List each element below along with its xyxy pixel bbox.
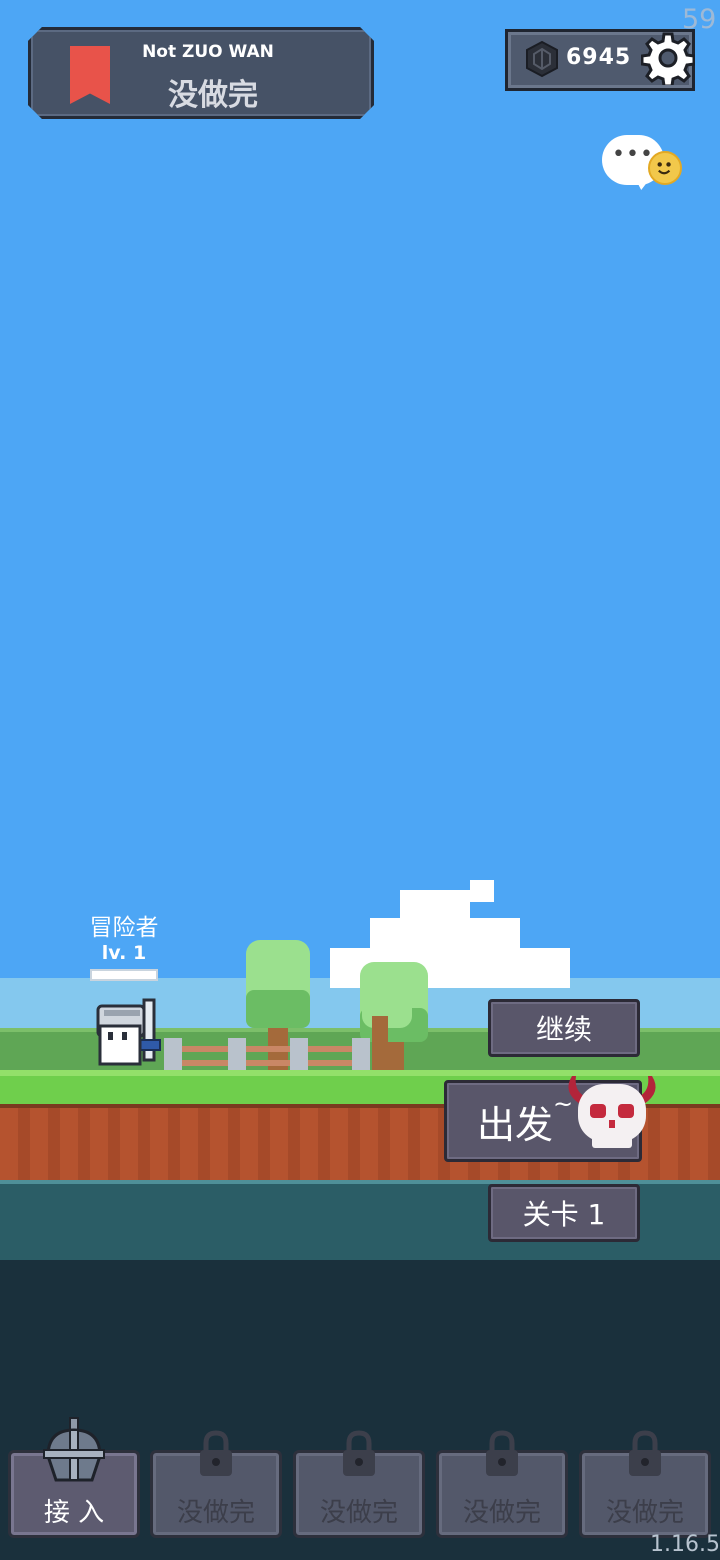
knight-sprite[interactable]	[92, 996, 168, 1072]
stage-button[interactable]: 关卡 1	[488, 1184, 640, 1242]
tab-label: 没做完	[319, 1498, 398, 1528]
tab-label: 没做完	[176, 1498, 255, 1528]
currency-value: 6945	[566, 45, 632, 70]
tab-label: 没做完	[462, 1498, 541, 1528]
game-title-en: Not ZUO WAN	[142, 42, 274, 62]
gear-icon[interactable]	[641, 31, 695, 85]
lock-icon	[200, 1430, 232, 1476]
game-title-cn: 没做完	[168, 78, 258, 113]
gem-icon	[526, 40, 558, 78]
tab-label: 接 入	[43, 1498, 105, 1528]
continue-button[interactable]: 继续	[488, 999, 640, 1057]
hero-level: lv. 1	[101, 942, 147, 964]
skull-icon	[568, 1076, 656, 1148]
hero-hp-bar	[90, 969, 158, 981]
smiley-icon	[648, 151, 682, 185]
tab-label: 没做完	[605, 1498, 684, 1528]
depart-label: 出发	[477, 1102, 554, 1147]
hero-name: 冒险者	[89, 915, 159, 941]
helmet-icon	[43, 1417, 105, 1482]
version-label: 1.16.5	[650, 1532, 720, 1557]
fence	[164, 1038, 370, 1072]
lock-icon	[486, 1430, 518, 1476]
lock-icon	[343, 1430, 375, 1476]
lock-icon	[629, 1430, 661, 1476]
